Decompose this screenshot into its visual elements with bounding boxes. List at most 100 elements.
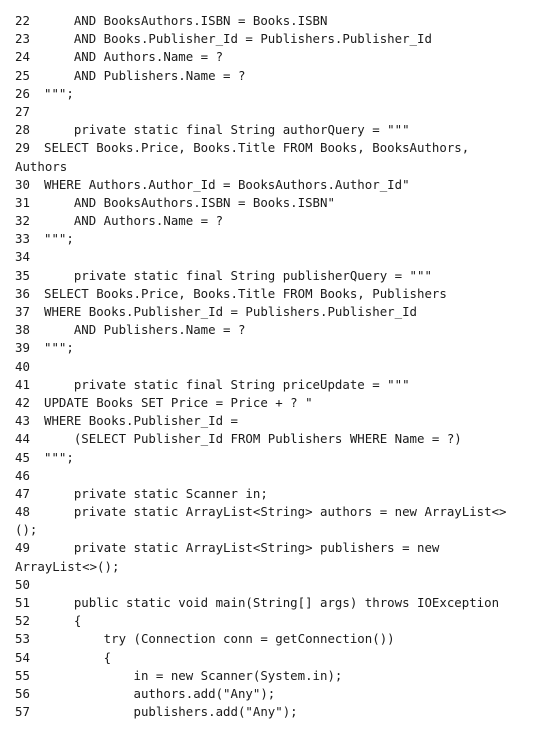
code-line: 39 """;	[15, 339, 554, 357]
code-line: 26 """;	[15, 85, 554, 103]
code-text: AND Publishers.Name = ?	[44, 322, 246, 338]
code-text: SELECT Books.Price, Books.Title FROM Boo…	[44, 285, 447, 301]
code-line: 25 AND Publishers.Name = ?	[15, 67, 554, 85]
code-text: AND Authors.Name = ?	[44, 213, 224, 229]
code-line: 23 AND Books.Publisher_Id = Publishers.P…	[15, 30, 554, 48]
line-number: 38	[15, 322, 30, 338]
code-text: {	[44, 613, 82, 629]
code-text: """;	[44, 85, 74, 101]
code-line: 44 (SELECT Publisher_Id FROM Publishers …	[15, 430, 554, 448]
line-number: 41	[15, 376, 30, 392]
code-text: private static ArrayList<String> authors…	[44, 504, 507, 520]
code-text: SELECT Books.Price, Books.Title FROM Boo…	[44, 140, 470, 156]
code-line: 50	[15, 576, 554, 594]
code-line: 45 """;	[15, 449, 554, 467]
code-line: 22 AND BooksAuthors.ISBN = Books.ISBN	[15, 12, 554, 30]
line-number: 42	[15, 394, 30, 410]
code-text: private static ArrayList<String> publish…	[44, 540, 440, 556]
line-number: 54	[15, 649, 30, 665]
code-text: Authors	[15, 158, 68, 174]
code-line: 38 AND Publishers.Name = ?	[15, 321, 554, 339]
code-line: 27	[15, 103, 554, 121]
code-text: in = new Scanner(System.in);	[44, 667, 343, 683]
code-text: private static final String publisherQue…	[44, 267, 432, 283]
code-line: 32 AND Authors.Name = ?	[15, 212, 554, 230]
code-text: """;	[44, 231, 74, 247]
line-number: 47	[15, 485, 30, 501]
code-line: 37 WHERE Books.Publisher_Id = Publishers.…	[15, 303, 554, 321]
code-text: WHERE Books.Publisher_Id = Publishers.Pu…	[44, 304, 417, 319]
code-line: 51 public static void main(String[] args…	[15, 594, 554, 612]
line-number: 35	[15, 267, 30, 283]
code-line: 36 SELECT Books.Price, Books.Title FROM B…	[15, 285, 554, 303]
line-number: 24	[15, 49, 30, 65]
code-text: AND Publishers.Name = ?	[44, 67, 246, 83]
code-line: 24 AND Authors.Name = ?	[15, 48, 554, 66]
code-text: {	[44, 649, 112, 665]
line-number: 37	[15, 304, 30, 319]
line-number: 45	[15, 449, 30, 465]
code-line: 56 authors.add("Any");	[15, 685, 554, 703]
code-line: 34	[15, 248, 554, 266]
code-line: 33 """;	[15, 230, 554, 248]
code-line: 53 try (Connection conn = getConnection(…	[15, 630, 554, 648]
line-number: 36	[15, 285, 30, 301]
line-number: 55	[15, 667, 30, 683]
line-number: 40	[15, 358, 30, 374]
line-number: 32	[15, 213, 30, 229]
code-text: authors.add("Any");	[44, 685, 276, 701]
code-text: WHERE Books.Publisher_Id =	[44, 413, 238, 429]
code-line: 31 AND BooksAuthors.ISBN = Books.ISBN"	[15, 194, 554, 212]
line-number: 25	[15, 67, 30, 83]
line-number: 29	[15, 140, 30, 156]
line-number: 56	[15, 685, 30, 701]
code-text: AND BooksAuthors.ISBN = Books.ISBN	[44, 13, 328, 28]
code-line: 30 WHERE Authors.Author_Id = BooksAuthors…	[15, 176, 554, 194]
code-text: AND Authors.Name = ?	[44, 49, 224, 65]
code-line: 49 private static ArrayList<String> publ…	[15, 539, 554, 557]
code-line: 42 UPDATE Books SET Price = Price + ? "	[15, 394, 554, 412]
line-number: 34	[15, 249, 30, 265]
line-number: 22	[15, 13, 30, 28]
line-number: 26	[15, 85, 30, 101]
line-number: 28	[15, 122, 30, 138]
code-line: 52 {	[15, 612, 554, 630]
code-line: 41 private static final String priceUpda…	[15, 376, 554, 394]
code-text: private static Scanner in;	[44, 485, 268, 501]
code-text: public static void main(String[] args) t…	[44, 595, 500, 610]
code-text: """;	[44, 340, 74, 356]
line-number: 43	[15, 413, 30, 429]
code-line: 54 {	[15, 649, 554, 667]
line-number: 23	[15, 31, 30, 47]
code-text: try (Connection conn = getConnection())	[44, 631, 395, 647]
line-number: 30	[15, 176, 30, 192]
line-number: 48	[15, 504, 30, 520]
code-line-continuation: Authors	[15, 158, 554, 176]
code-text: ();	[15, 522, 38, 538]
code-text: (SELECT Publisher_Id FROM Publishers WHE…	[44, 431, 462, 447]
code-text: publishers.add("Any");	[44, 704, 298, 720]
code-line: 55 in = new Scanner(System.in);	[15, 667, 554, 685]
code-text: ArrayList<>();	[15, 558, 120, 574]
code-text: WHERE Authors.Author_Id = BooksAuthors.A…	[44, 176, 410, 192]
line-number: 33	[15, 231, 30, 247]
line-number: 51	[15, 595, 30, 610]
line-number: 49	[15, 540, 30, 556]
code-line: 48 private static ArrayList<String> auth…	[15, 503, 554, 521]
code-line-continuation: ArrayList<>();	[15, 558, 554, 576]
code-listing: 22 AND BooksAuthors.ISBN = Books.ISBN 23 …	[0, 0, 554, 721]
code-line: 46	[15, 467, 554, 485]
code-line: 29 SELECT Books.Price, Books.Title FROM B…	[15, 139, 554, 157]
line-number: 39	[15, 340, 30, 356]
code-text: AND BooksAuthors.ISBN = Books.ISBN"	[44, 194, 335, 210]
code-text: AND Books.Publisher_Id = Publishers.Publ…	[44, 31, 432, 47]
code-line: 28 private static final String authorQue…	[15, 121, 554, 139]
line-number: 44	[15, 431, 30, 447]
code-line: 40	[15, 358, 554, 376]
line-number: 31	[15, 194, 30, 210]
code-line-continuation: ();	[15, 521, 554, 539]
line-number: 52	[15, 613, 30, 629]
code-line: 35 private static final String publisher…	[15, 267, 554, 285]
code-line: 57 publishers.add("Any");	[15, 703, 554, 721]
code-line: 47 private static Scanner in;	[15, 485, 554, 503]
